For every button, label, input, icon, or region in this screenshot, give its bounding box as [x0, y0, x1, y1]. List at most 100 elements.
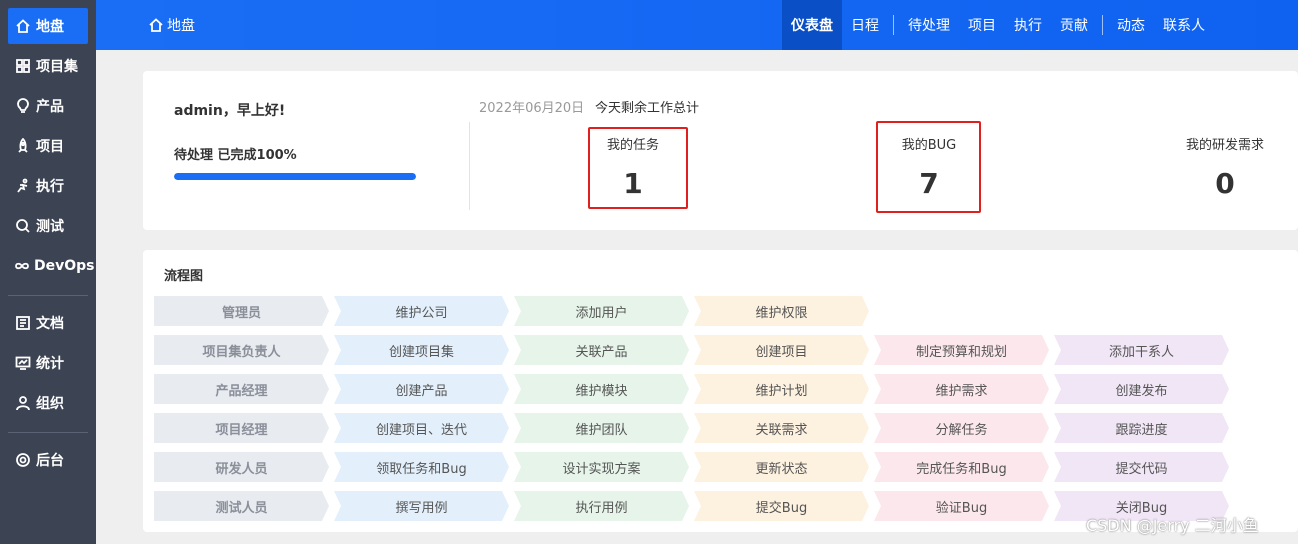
flow-step[interactable]: 添加用户 [514, 296, 689, 326]
flow-role-label: 项目经理 [154, 413, 329, 443]
breadcrumb[interactable]: 地盘 [148, 0, 195, 50]
stat-value[interactable]: 0 [1165, 167, 1285, 200]
sidebar-item-dashboard[interactable]: 地盘 [8, 8, 88, 44]
nav-divider [893, 15, 894, 35]
flow-step[interactable]: 提交Bug [694, 491, 869, 521]
rocket-icon [14, 137, 32, 155]
flow-role-label: 产品经理 [154, 374, 329, 404]
summary-card: admin，早上好! 待处理 已完成100% 2022年06月20日 今天剩余工… [143, 71, 1298, 230]
sidebar-item-doc[interactable]: 文档 [8, 305, 88, 341]
breadcrumb-label: 地盘 [167, 18, 195, 34]
sidebar-item-label: 组织 [36, 396, 64, 412]
flow-role-label: 研发人员 [154, 452, 329, 482]
flow-role-label: 管理员 [154, 296, 329, 326]
sidebar-item-label: 项目 [36, 139, 64, 155]
flow-step[interactable]: 跟踪进度 [1054, 413, 1229, 443]
run-icon [14, 177, 32, 195]
sidebar-item-label: 统计 [36, 356, 64, 372]
user-icon [14, 394, 32, 412]
monitor-icon [14, 354, 32, 372]
nav-execution[interactable]: 执行 [1005, 0, 1051, 50]
flow-step[interactable]: 撰写用例 [334, 491, 509, 521]
flow-step[interactable]: 创建发布 [1054, 374, 1229, 404]
nav-contribution[interactable]: 贡献 [1051, 0, 1097, 50]
sidebar-item-stats[interactable]: 统计 [8, 345, 88, 381]
flow-step[interactable]: 设计实现方案 [514, 452, 689, 482]
sidebar-item-label: 测试 [36, 219, 64, 235]
progress-bar [174, 173, 416, 180]
flow-step[interactable]: 执行用例 [514, 491, 689, 521]
nav-contacts[interactable]: 联系人 [1154, 0, 1214, 50]
sidebar-item-devops[interactable]: DevOps [8, 248, 95, 284]
sidebar-item-label: 地盘 [36, 19, 64, 35]
highlight-box [876, 121, 981, 213]
watermark: CSDN @Jerry 二河小鱼 [1086, 516, 1259, 535]
sidebar-divider [8, 432, 88, 433]
flow-step[interactable]: 维护计划 [694, 374, 869, 404]
nav-dynamic[interactable]: 动态 [1108, 0, 1154, 50]
sidebar-item-label: 产品 [36, 99, 64, 115]
sidebar-item-program[interactable]: 项目集 [8, 48, 88, 84]
flow-step[interactable]: 完成任务和Bug [874, 452, 1049, 482]
sidebar: 地盘 项目集 产品 项目 执行 测试 DevOps 文档 统计 组织 后台 [0, 0, 96, 544]
sidebar-item-label: 执行 [36, 179, 64, 195]
flow-step[interactable]: 关联需求 [694, 413, 869, 443]
stat-my-stories[interactable]: 我的研发需求 0 [1165, 134, 1285, 200]
nav-dashboard[interactable]: 仪表盘 [782, 0, 842, 50]
sidebar-item-admin[interactable]: 后台 [8, 442, 88, 478]
top-header: 地盘 仪表盘 日程 待处理 项目 执行 贡献 动态 联系人 [96, 0, 1298, 50]
flow-step[interactable]: 维护需求 [874, 374, 1049, 404]
progress-fill [174, 173, 416, 180]
flow-step[interactable]: 制定预算和规划 [874, 335, 1049, 365]
stat-label: 我的研发需求 [1185, 138, 1264, 153]
bulb-icon [14, 97, 32, 115]
nav-calendar[interactable]: 日程 [842, 0, 888, 50]
flow-step[interactable]: 添加干系人 [1054, 335, 1229, 365]
sidebar-item-label: 文档 [36, 316, 64, 332]
flow-role-label: 测试人员 [154, 491, 329, 521]
flow-title: 流程图 [164, 269, 204, 284]
gear-icon [14, 451, 32, 469]
top-nav: 仪表盘 日程 待处理 项目 执行 贡献 动态 联系人 [782, 0, 1214, 50]
vertical-divider [469, 122, 470, 210]
progress-label: 待处理 已完成100% [174, 148, 297, 163]
flow-step[interactable]: 更新状态 [694, 452, 869, 482]
sidebar-item-label: 后台 [36, 453, 64, 469]
sidebar-item-label: DevOps [34, 258, 95, 274]
flow-step[interactable]: 维护公司 [334, 296, 509, 326]
doc-icon [14, 314, 32, 332]
flow-step[interactable]: 维护团队 [514, 413, 689, 443]
infinity-icon [14, 257, 30, 275]
flow-step[interactable]: 分解任务 [874, 413, 1049, 443]
flow-step[interactable]: 创建产品 [334, 374, 509, 404]
greeting: admin，早上好! [174, 103, 286, 119]
flow-card: 流程图 管理员 维护公司 添加用户 维护权限项目集负责人 创建项目集 关联产品 创建项目 制定… [143, 250, 1298, 532]
sidebar-item-project[interactable]: 项目 [8, 128, 88, 164]
work-total-label: 今天剩余工作总计 [595, 101, 700, 116]
sidebar-item-product[interactable]: 产品 [8, 88, 88, 124]
sidebar-item-execution[interactable]: 执行 [8, 168, 88, 204]
sidebar-divider [8, 295, 88, 296]
grid-icon [14, 57, 32, 75]
highlight-box [588, 127, 688, 209]
nav-project[interactable]: 项目 [959, 0, 1005, 50]
flow-step[interactable]: 领取任务和Bug [334, 452, 509, 482]
flow-step[interactable]: 提交代码 [1054, 452, 1229, 482]
flow-step[interactable]: 创建项目 [694, 335, 869, 365]
flow-step[interactable]: 验证Bug [874, 491, 1049, 521]
home-icon [14, 17, 32, 35]
flow-step[interactable]: 维护权限 [694, 296, 869, 326]
flow-step[interactable]: 创建项目集 [334, 335, 509, 365]
home-icon [149, 18, 163, 32]
nav-todo[interactable]: 待处理 [899, 0, 959, 50]
flow-role-label: 项目集负责人 [154, 335, 329, 365]
sidebar-item-org[interactable]: 组织 [8, 385, 88, 421]
sidebar-item-test[interactable]: 测试 [8, 208, 88, 244]
sidebar-item-label: 项目集 [36, 59, 78, 75]
date-text: 2022年06月20日 [479, 101, 585, 116]
search-test-icon [14, 217, 32, 235]
flow-step[interactable]: 维护模块 [514, 374, 689, 404]
flow-step[interactable]: 关联产品 [514, 335, 689, 365]
flow-step[interactable]: 创建项目、迭代 [334, 413, 509, 443]
nav-divider [1102, 15, 1103, 35]
